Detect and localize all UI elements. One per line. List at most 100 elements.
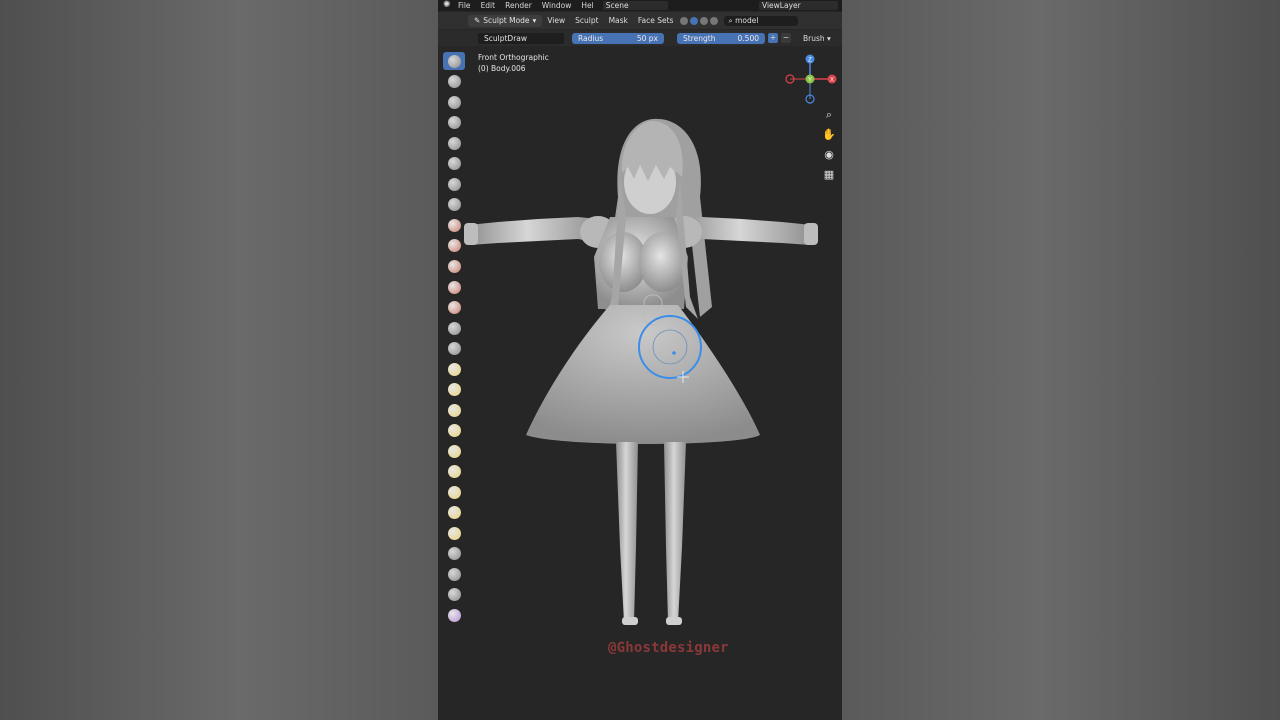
tool-draw[interactable] [443, 52, 465, 71]
camera-icon[interactable]: ◉ [822, 149, 836, 161]
crease-brush-icon [447, 218, 461, 232]
solid-shading-icon[interactable] [690, 16, 699, 25]
tool-flatten[interactable] [443, 257, 465, 275]
radius-field[interactable]: Radius 50 px [572, 32, 664, 44]
tool-pose[interactable] [443, 442, 465, 460]
tool-crease[interactable] [443, 216, 465, 234]
menu-sculpt[interactable]: Sculpt [570, 16, 603, 25]
tool-smooth[interactable] [443, 237, 465, 255]
clay-brush-icon [447, 95, 461, 109]
menu-render[interactable]: Render [500, 1, 537, 10]
tool-elastic-deform[interactable] [443, 381, 465, 399]
tool-draw-sharp[interactable] [443, 73, 465, 91]
menu-face-sets[interactable]: Face Sets [633, 16, 679, 25]
tool-clay[interactable] [443, 93, 465, 111]
blender-logo-icon[interactable]: ✺ [443, 1, 453, 10]
menu-mask[interactable]: Mask [604, 16, 633, 25]
tool-scrape[interactable] [443, 298, 465, 316]
mode-label: Sculpt Mode [483, 16, 530, 25]
tool-inflate[interactable] [443, 175, 465, 193]
menu-help[interactable]: Hel [576, 1, 598, 10]
active-object-label: (0) Body.006 [478, 64, 526, 73]
tool-pinch[interactable] [443, 339, 465, 357]
navigation-gizmo[interactable]: Z X Y [780, 53, 840, 105]
tool-fill[interactable] [443, 278, 465, 296]
chevron-down-icon: ▾ [532, 16, 537, 25]
elastic-deform-brush-icon [447, 383, 461, 397]
tool-blob[interactable] [443, 196, 465, 214]
watermark: @Ghostdesigner [608, 640, 729, 656]
radius-value: 50 px [636, 33, 658, 43]
zoom-icon[interactable]: ⌕ [822, 109, 836, 121]
mask-brush-icon [447, 588, 461, 602]
tool-simplify[interactable] [443, 565, 465, 583]
thumb-brush-icon [447, 424, 461, 438]
scrape-brush-icon [447, 301, 461, 315]
pinch-brush-icon [447, 342, 461, 356]
search-input[interactable]: ⌕ model [724, 15, 799, 26]
scene-label: Scene [605, 1, 629, 10]
tool-snake-hook[interactable] [443, 401, 465, 419]
tool-multiplane-scrape[interactable] [443, 319, 465, 337]
top-menu-bar: ✺ File Edit Render Window Hel Scene View… [438, 0, 842, 11]
left-blur-background [0, 0, 438, 720]
menu-view[interactable]: View [542, 16, 570, 25]
right-blur-background [842, 0, 1280, 720]
shading-buttons [680, 16, 719, 25]
tool-rotate[interactable] [443, 483, 465, 501]
tool-layer[interactable] [443, 155, 465, 173]
tool-thumb[interactable] [443, 422, 465, 440]
rotate-brush-icon [447, 485, 461, 499]
brush-mode-icon: ✎ [474, 16, 481, 25]
nudge-brush-icon [447, 465, 461, 479]
rendered-shading-icon[interactable] [710, 16, 719, 25]
pan-hand-icon[interactable]: ✋ [822, 129, 836, 141]
tool-boundary[interactable] [443, 524, 465, 542]
3d-viewport[interactable]: Front Orthographic (0) Body.006 Z X Y ⌕ … [438, 47, 842, 720]
projection-label: Front Orthographic [478, 53, 549, 62]
viewport-info: Front Orthographic (0) Body.006 [478, 52, 549, 74]
brush-name-field[interactable]: SculptDraw [478, 32, 564, 44]
menu-window[interactable]: Window [537, 1, 577, 10]
viewport-header: ✎ Sculpt Mode ▾ View Sculpt Mask Face Se… [438, 12, 842, 29]
view-layer-selector[interactable]: ViewLayer [759, 1, 838, 10]
clay-thumb-brush-icon [447, 136, 461, 150]
strength-label: Strength [683, 33, 716, 43]
tool-nudge[interactable] [443, 463, 465, 481]
tool-slide-relax[interactable] [443, 504, 465, 522]
search-icon: ⌕ [728, 15, 736, 25]
simplify-brush-icon [447, 567, 461, 581]
tool-clay-thumb[interactable] [443, 134, 465, 152]
tool-mask[interactable] [443, 586, 465, 604]
wireframe-shading-icon[interactable] [680, 16, 689, 25]
pose-brush-icon [447, 444, 461, 458]
multiplane-scrape-brush-icon [447, 321, 461, 335]
draw-face-sets-brush-icon [447, 609, 461, 623]
tool-draw-face-sets[interactable] [443, 606, 465, 624]
material-shading-icon[interactable] [700, 16, 709, 25]
tool-cloth[interactable] [443, 545, 465, 563]
brush-name-label: SculptDraw [484, 33, 528, 43]
character-model [464, 118, 818, 625]
slide-relax-brush-icon [447, 506, 461, 520]
tool-grab[interactable] [443, 360, 465, 378]
cloth-brush-icon [447, 547, 461, 561]
radius-label: Radius [578, 33, 604, 43]
clay-strips-brush-icon [447, 116, 461, 130]
strength-field[interactable]: Strength 0.500 [677, 32, 765, 44]
menu-edit[interactable]: Edit [476, 1, 501, 10]
mode-dropdown[interactable]: ✎ Sculpt Mode ▾ [468, 14, 543, 27]
direction-add-button[interactable]: + [768, 33, 778, 43]
snake-hook-brush-icon [447, 403, 461, 417]
navigation-buttons: ⌕ ✋ ◉ ▦ [822, 109, 836, 181]
tool-clay-strips[interactable] [443, 114, 465, 132]
grid-icon[interactable]: ▦ [822, 169, 836, 181]
chevron-down-icon: ▾ [827, 33, 831, 43]
menu-file[interactable]: File [453, 1, 476, 10]
scene-selector[interactable]: Scene [602, 1, 668, 10]
draw-sharp-brush-icon [447, 75, 461, 89]
direction-subtract-button[interactable]: − [781, 33, 791, 43]
tool-settings-bar: SculptDraw Radius 50 px Strength 0.500 +… [438, 30, 842, 46]
brush-menu[interactable]: Brush ▾ [803, 34, 831, 43]
sculpt-toolbar [442, 52, 466, 627]
